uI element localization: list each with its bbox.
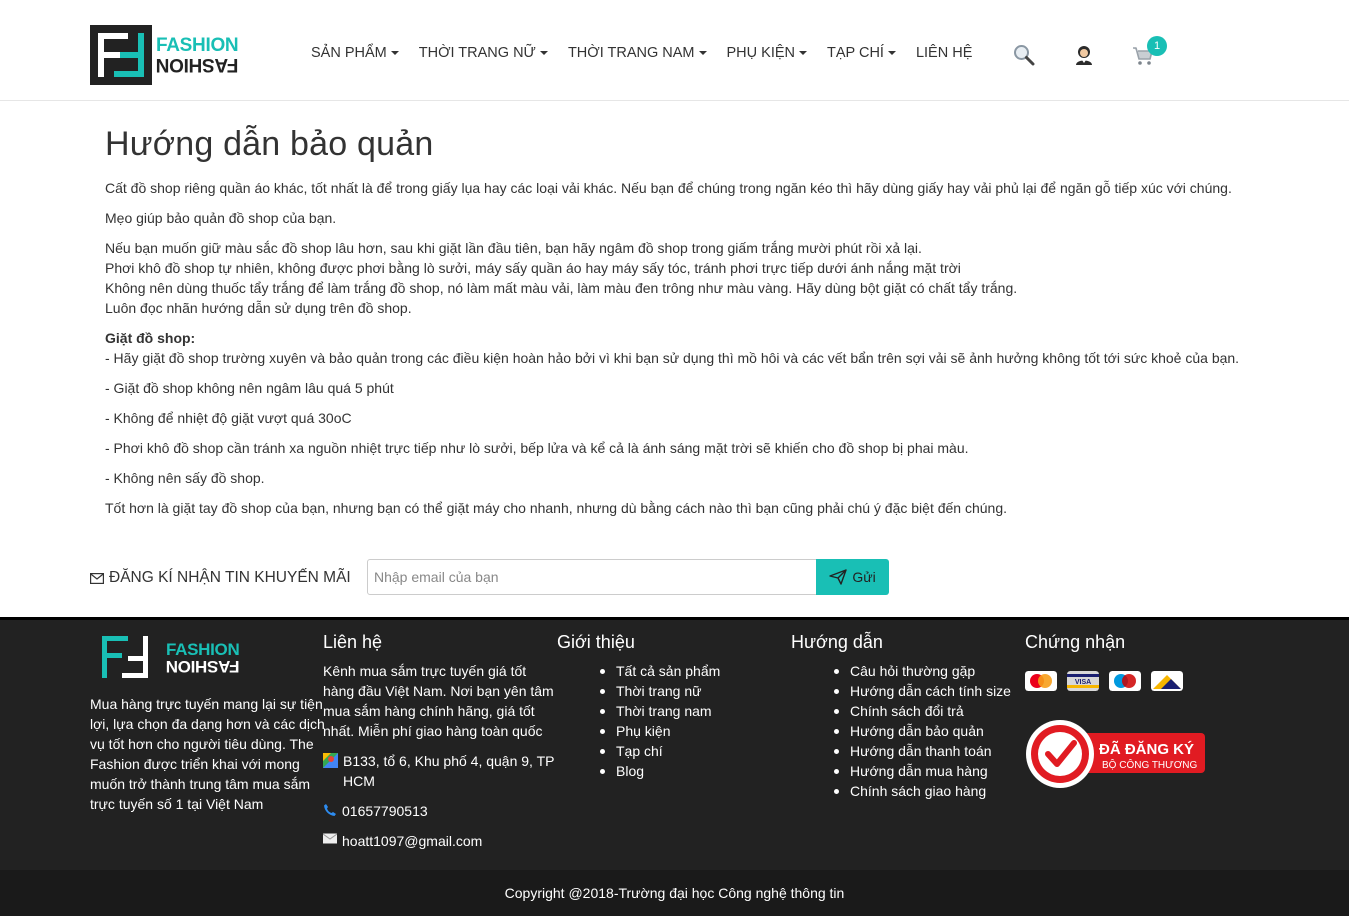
payment-cards: VISA — [1025, 671, 1225, 691]
nav-item-products[interactable]: SẢN PHẨM — [311, 45, 399, 61]
envelope-icon — [90, 572, 104, 584]
wash-heading: Giặt đồ shop: — [105, 330, 196, 346]
cart-count-badge: 1 — [1147, 36, 1167, 56]
footer-link[interactable]: Tạp chí — [600, 741, 777, 761]
newsletter-label: ĐĂNG KÍ NHẬN TIN KHUYẾN MÃI — [90, 569, 351, 587]
footer-link[interactable]: Hướng dẫn mua hàng — [834, 761, 1016, 781]
footer-link[interactable]: Tất cả sản phẩm — [600, 661, 777, 681]
footer-about-text: Mua hàng trực tuyến mang lại sự tiện lợi… — [90, 696, 325, 812]
visa-icon: VISA — [1067, 671, 1099, 691]
logo-mark — [98, 632, 152, 684]
footer-logo[interactable]: FASHION FASHION — [98, 632, 240, 684]
caret-down-icon — [539, 51, 548, 55]
footer-link[interactable]: Hướng dẫn cách tính size — [834, 681, 1016, 701]
mastercard-icon — [1025, 671, 1057, 691]
logo-mark — [90, 25, 152, 85]
tip-line: Không nên dùng thuốc tẩy trắng để làm tr… — [105, 280, 1018, 296]
footer-heading: Chứng nhận — [1025, 632, 1126, 652]
nav-item-accessories[interactable]: PHỤ KIỆN — [727, 45, 808, 61]
nav-item-women[interactable]: THỜI TRANG NỮ — [419, 45, 548, 61]
article: Hướng dẫn bảo quản Cất đồ shop riêng quầ… — [105, 125, 1255, 528]
caret-down-icon — [887, 51, 896, 55]
map-pin-icon — [323, 753, 338, 768]
article-paragraph: Cất đồ shop riêng quần áo khác, tốt nhất… — [105, 180, 1232, 196]
brand-logo[interactable]: FASHION FASHION — [90, 25, 250, 85]
contact-address: B133, tổ 6, Khu phố 4, quận 9, TP HCM — [323, 751, 555, 791]
site-footer: FASHION FASHION Mua hàng trực tuyến mang… — [0, 617, 1349, 916]
newsletter-email-input[interactable] — [367, 559, 817, 595]
wash-item: - Phơi khô đồ shop cần tránh xa nguồn nh… — [105, 440, 969, 456]
footer-heading: Hướng dẫn — [791, 632, 883, 652]
maestro-icon — [1109, 671, 1141, 691]
article-closing: Tốt hơn là giặt tay đồ shop của bạn, như… — [105, 500, 1008, 516]
main-nav: SẢN PHẨM THỜI TRANG NỮ THỜI TRANG NAM PH… — [311, 45, 992, 61]
footer-link[interactable]: Chính sách giao hàng — [834, 781, 1016, 801]
page-title: Hướng dẫn bảo quản — [105, 125, 434, 163]
copyright: Copyright @2018-Trường đại học Công nghệ… — [0, 870, 1349, 916]
mail-icon — [323, 833, 337, 844]
site-header: FASHION FASHION SẢN PHẨM THỜI TRANG NỮ T… — [0, 0, 1349, 101]
nav-item-magazine[interactable]: TẠP CHÍ — [827, 45, 896, 61]
wash-item: - Hãy giặt đồ shop trường xuyên và bảo q… — [105, 350, 1240, 366]
newsletter-signup: ĐĂNG KÍ NHẬN TIN KHUYẾN MÃI Gửi — [90, 559, 890, 595]
contact-intro: Kênh mua sắm trực tuyến giá tốt hàng đầu… — [323, 663, 554, 739]
wash-item: - Không nên sấy đồ shop. — [105, 470, 265, 486]
tip-line: Phơi khô đồ shop tự nhiên, không được ph… — [105, 260, 961, 276]
moit-registered-badge[interactable]: ĐÃ ĐĂNG KÝ BỘ CÔNG THƯƠNG — [1025, 719, 1207, 789]
wash-item: - Không để nhiệt độ giặt vượt quá 30oC — [105, 410, 352, 426]
footer-link[interactable]: Hướng dẫn thanh toán — [834, 741, 1016, 761]
logo-text-bottom: FASHION — [166, 656, 240, 676]
badge-main-text: ĐÃ ĐĂNG KÝ — [1099, 740, 1194, 758]
contact-email: hoatt1097@gmail.com — [323, 831, 555, 851]
footer-link[interactable]: Hướng dẫn bảo quản — [834, 721, 1016, 741]
footer-link[interactable]: Câu hỏi thường gặp — [834, 661, 1016, 681]
footer-heading: Giới thiệu — [557, 632, 635, 652]
wash-item: - Giặt đồ shop không nên ngâm lâu quá 5 … — [105, 380, 394, 396]
footer-link[interactable]: Chính sách đổi trả — [834, 701, 1016, 721]
delta-card-icon — [1151, 671, 1183, 691]
logo-text-bottom: FASHION — [156, 53, 239, 75]
footer-heading: Liên hệ — [323, 632, 383, 652]
phone-icon — [324, 804, 336, 816]
user-icon[interactable] — [1073, 44, 1095, 66]
caret-down-icon — [390, 51, 399, 55]
footer-link[interactable]: Thời trang nữ — [600, 681, 777, 701]
search-icon[interactable] — [1013, 44, 1035, 66]
logo-text-top: FASHION — [156, 34, 239, 56]
contact-phone: 01657790513 — [323, 801, 555, 821]
caret-down-icon — [698, 51, 707, 55]
footer-link[interactable]: Phụ kiện — [600, 721, 777, 741]
badge-sub-text: BỘ CÔNG THƯƠNG — [1102, 758, 1197, 771]
footer-guide-column: Hướng dẫn Câu hỏi thường gặp Hướng dẫn c… — [791, 632, 1016, 801]
send-icon — [829, 569, 848, 585]
nav-item-men[interactable]: THỜI TRANG NAM — [568, 45, 707, 61]
svg-text:VISA: VISA — [1075, 679, 1091, 686]
footer-contact-column: Liên hệ Kênh mua sắm trực tuyến giá tốt … — [323, 632, 555, 851]
tip-line: Luôn đọc nhãn hướng dẫn sử dụng trên đồ … — [105, 300, 412, 316]
nav-item-contact[interactable]: LIÊN HỆ — [916, 45, 972, 61]
caret-down-icon — [799, 51, 808, 55]
logo-text-top: FASHION — [166, 639, 240, 659]
footer-about-column: Giới thiệu Tất cả sản phẩm Thời trang nữ… — [557, 632, 777, 781]
footer-link[interactable]: Thời trang nam — [600, 701, 777, 721]
footer-link[interactable]: Blog — [600, 761, 777, 781]
newsletter-submit-button[interactable]: Gửi — [816, 559, 889, 595]
article-paragraph: Mẹo giúp bảo quản đồ shop của bạn. — [105, 210, 337, 226]
footer-cert-column: Chứng nhận VISA ĐÃ ĐĂNG KÝ BỘ CÔNG THƯƠN… — [1025, 632, 1225, 802]
tip-line: Nếu bạn muốn giữ màu sắc đồ shop lâu hơn… — [105, 240, 922, 256]
